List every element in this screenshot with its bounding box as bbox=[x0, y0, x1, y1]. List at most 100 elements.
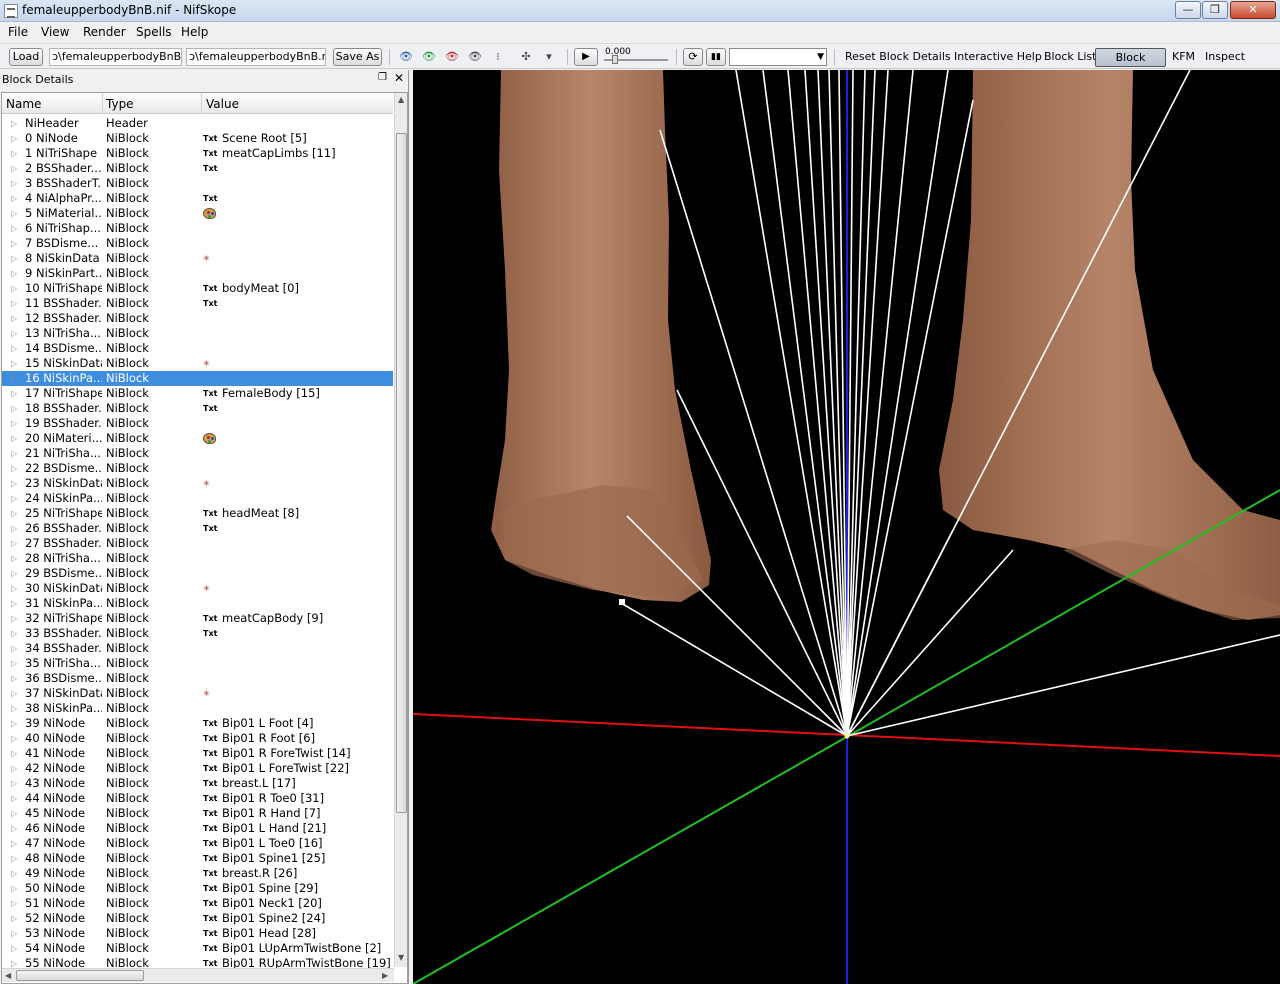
tree-row[interactable]: ▷ 37 NiSkinData NiBlock ✳ bbox=[2, 686, 393, 701]
scroll-left-icon[interactable]: ◀ bbox=[5, 971, 11, 980]
tree-row[interactable]: ▷ 9 NiSkinPart... NiBlock bbox=[2, 266, 393, 281]
tree-row[interactable]: ▷ 47 NiNode NiBlock Bip01 L Toe0 [16] bbox=[2, 836, 393, 851]
tree-row[interactable]: ▷ 36 BSDisme... NiBlock bbox=[2, 671, 393, 686]
tree-row[interactable]: ▷ 8 NiSkinData NiBlock ✳ bbox=[2, 251, 393, 266]
tree-row[interactable]: ▷ 32 NiTriShape NiBlock meatCapBody [9] bbox=[2, 611, 393, 626]
view-eye-red-icon[interactable]: 👁 bbox=[444, 50, 460, 64]
tree-row[interactable]: ▷ 22 BSDisme... NiBlock bbox=[2, 461, 393, 476]
tree-row[interactable]: ▷ 14 BSDisme... NiBlock bbox=[2, 341, 393, 356]
expand-arrow-icon[interactable]: ▷ bbox=[11, 926, 17, 941]
tree-row[interactable]: ▷ 11 BSShader... NiBlock bbox=[2, 296, 393, 311]
tree-row[interactable]: ▷ 18 BSShader... NiBlock bbox=[2, 401, 393, 416]
expand-arrow-icon[interactable]: ▷ bbox=[11, 716, 17, 731]
expand-arrow-icon[interactable]: ▷ bbox=[11, 176, 17, 191]
scrollbar-thumb[interactable] bbox=[16, 970, 144, 981]
expand-arrow-icon[interactable]: ▷ bbox=[11, 311, 17, 326]
save-as-button[interactable]: Save As bbox=[333, 48, 382, 66]
column-name[interactable]: Name bbox=[6, 97, 41, 111]
render-viewport[interactable] bbox=[413, 70, 1280, 984]
expand-arrow-icon[interactable]: ▷ bbox=[11, 191, 17, 206]
view-eye-gray-icon[interactable]: 👁 bbox=[467, 50, 483, 64]
expand-arrow-icon[interactable]: ▷ bbox=[11, 566, 17, 581]
block-list-button[interactable]: Block List bbox=[1044, 50, 1096, 63]
tree-row[interactable]: ▷ 23 NiSkinData NiBlock ✳ bbox=[2, 476, 393, 491]
expand-arrow-icon[interactable]: ▷ bbox=[11, 341, 17, 356]
expand-arrow-icon[interactable]: ▷ bbox=[11, 626, 17, 641]
menu-view[interactable]: View bbox=[41, 25, 69, 39]
tree-row[interactable]: ▷ 21 NiTriSha... NiBlock bbox=[2, 446, 393, 461]
expand-arrow-icon[interactable]: ▷ bbox=[11, 731, 17, 746]
expand-arrow-icon[interactable]: ▷ bbox=[11, 836, 17, 851]
tree-row[interactable]: ▷ 51 NiNode NiBlock Bip01 Neck1 [20] bbox=[2, 896, 393, 911]
tree-row[interactable]: ▷ 49 NiNode NiBlock breast.R [26] bbox=[2, 866, 393, 881]
scrollbar-thumb[interactable] bbox=[396, 133, 407, 813]
inspect-button[interactable]: Inspect bbox=[1205, 50, 1245, 63]
tree-row[interactable]: ▷ 3 BSShaderT... NiBlock bbox=[2, 176, 393, 191]
column-type[interactable]: Type bbox=[106, 97, 134, 111]
footprints-icon[interactable]: ⁝ bbox=[490, 50, 506, 64]
tree-row[interactable]: ▷ 41 NiNode NiBlock Bip01 R ForeTwist [14] bbox=[2, 746, 393, 761]
tree-row[interactable]: ▷ 54 NiNode NiBlock Bip01 LUpArmTwistBone [… bbox=[2, 941, 393, 956]
minimize-button[interactable]: — bbox=[1175, 1, 1201, 19]
tree-row[interactable]: ▷ 4 NiAlphaPr... NiBlock bbox=[2, 191, 393, 206]
expand-arrow-icon[interactable]: ▷ bbox=[11, 656, 17, 671]
expand-arrow-icon[interactable]: ▷ bbox=[11, 161, 17, 176]
expand-arrow-icon[interactable]: ▷ bbox=[11, 791, 17, 806]
tree-row[interactable]: ▷ 52 NiNode NiBlock Bip01 Spine2 [24] bbox=[2, 911, 393, 926]
column-divider[interactable] bbox=[201, 93, 202, 114]
tree-row[interactable]: ▷ 20 NiMateri... NiBlock bbox=[2, 431, 393, 446]
expand-arrow-icon[interactable]: ▷ bbox=[11, 596, 17, 611]
animation-select[interactable]: ▼ bbox=[729, 48, 827, 66]
scroll-down-icon[interactable]: ▼ bbox=[398, 953, 404, 962]
block-details-button[interactable]: Block Details bbox=[1095, 48, 1166, 81]
expand-arrow-icon[interactable]: ▷ bbox=[11, 536, 17, 551]
expand-arrow-icon[interactable]: ▷ bbox=[11, 941, 17, 956]
expand-arrow-icon[interactable]: ▷ bbox=[11, 641, 17, 656]
expand-arrow-icon[interactable]: ▷ bbox=[11, 146, 17, 161]
chevron-down-icon[interactable]: ▾ bbox=[541, 50, 557, 64]
time-slider-handle[interactable] bbox=[612, 55, 618, 64]
expand-arrow-icon[interactable]: ▷ bbox=[11, 701, 17, 716]
expand-arrow-icon[interactable]: ▷ bbox=[11, 821, 17, 836]
tree-row[interactable]: ▷ 1 NiTriShape NiBlock meatCapLimbs [11] bbox=[2, 146, 393, 161]
tree-row[interactable]: ▷ 44 NiNode NiBlock Bip01 R Toe0 [31] bbox=[2, 791, 393, 806]
reset-block-details-button[interactable]: Reset Block Details bbox=[845, 50, 951, 63]
tree-row[interactable]: ▷ 27 BSShader... NiBlock bbox=[2, 536, 393, 551]
expand-arrow-icon[interactable]: ▷ bbox=[11, 116, 17, 131]
tree-row[interactable]: ▷ 0 NiNode NiBlock Scene Root [5] bbox=[2, 131, 393, 146]
tree-row[interactable]: ▷ 29 BSDisme... NiBlock bbox=[2, 566, 393, 581]
expand-arrow-icon[interactable]: ▷ bbox=[11, 446, 17, 461]
close-icon[interactable]: ✕ bbox=[394, 71, 404, 85]
switch-icon[interactable]: ▮▮ bbox=[706, 48, 726, 66]
tree-row[interactable]: ▷ 6 NiTriShap... NiBlock bbox=[2, 221, 393, 236]
expand-arrow-icon[interactable]: ▷ bbox=[11, 371, 17, 386]
expand-arrow-icon[interactable]: ▷ bbox=[11, 491, 17, 506]
expand-arrow-icon[interactable]: ▷ bbox=[11, 551, 17, 566]
tree-row[interactable]: ▷ 45 NiNode NiBlock Bip01 R Hand [7] bbox=[2, 806, 393, 821]
tree-row[interactable]: ▷ 42 NiNode NiBlock Bip01 L ForeTwist [22] bbox=[2, 761, 393, 776]
tree-row[interactable]: ▷ 17 NiTriShape NiBlock FemaleBody [15] bbox=[2, 386, 393, 401]
expand-arrow-icon[interactable]: ▷ bbox=[11, 506, 17, 521]
expand-arrow-icon[interactable]: ▷ bbox=[11, 896, 17, 911]
expand-arrow-icon[interactable]: ▷ bbox=[11, 806, 17, 821]
view-eye-green-icon[interactable]: 👁 bbox=[421, 50, 437, 64]
menu-file[interactable]: File bbox=[8, 25, 28, 39]
tree-row[interactable]: ▷ 25 NiTriShape NiBlock headMeat [8] bbox=[2, 506, 393, 521]
tree-row[interactable]: ▷ 33 BSShader... NiBlock bbox=[2, 626, 393, 641]
expand-arrow-icon[interactable]: ▷ bbox=[11, 221, 17, 236]
tree-row[interactable]: ▷ 30 NiSkinData NiBlock ✳ bbox=[2, 581, 393, 596]
tree-row[interactable]: ▷ 5 NiMaterial... NiBlock bbox=[2, 206, 393, 221]
expand-arrow-icon[interactable]: ▷ bbox=[11, 851, 17, 866]
tree-row[interactable]: ▷ 39 NiNode NiBlock Bip01 L Foot [4] bbox=[2, 716, 393, 731]
interactive-help-button[interactable]: Interactive Help bbox=[954, 50, 1042, 63]
tree-row[interactable]: ▷ 28 NiTriSha... NiBlock bbox=[2, 551, 393, 566]
horizontal-scrollbar[interactable]: ◀ ▶ bbox=[2, 968, 394, 982]
tree-row[interactable]: ▷ 46 NiNode NiBlock Bip01 L Hand [21] bbox=[2, 821, 393, 836]
tree-row[interactable]: ▷ 48 NiNode NiBlock Bip01 Spine1 [25] bbox=[2, 851, 393, 866]
tree-row[interactable]: ▷ 31 NiSkinPa... NiBlock bbox=[2, 596, 393, 611]
kfm-button[interactable]: KFM bbox=[1172, 50, 1195, 63]
expand-arrow-icon[interactable]: ▷ bbox=[11, 746, 17, 761]
expand-arrow-icon[interactable]: ▷ bbox=[11, 401, 17, 416]
expand-arrow-icon[interactable]: ▷ bbox=[11, 266, 17, 281]
tree-row[interactable]: ▷ 13 NiTriSha... NiBlock bbox=[2, 326, 393, 341]
